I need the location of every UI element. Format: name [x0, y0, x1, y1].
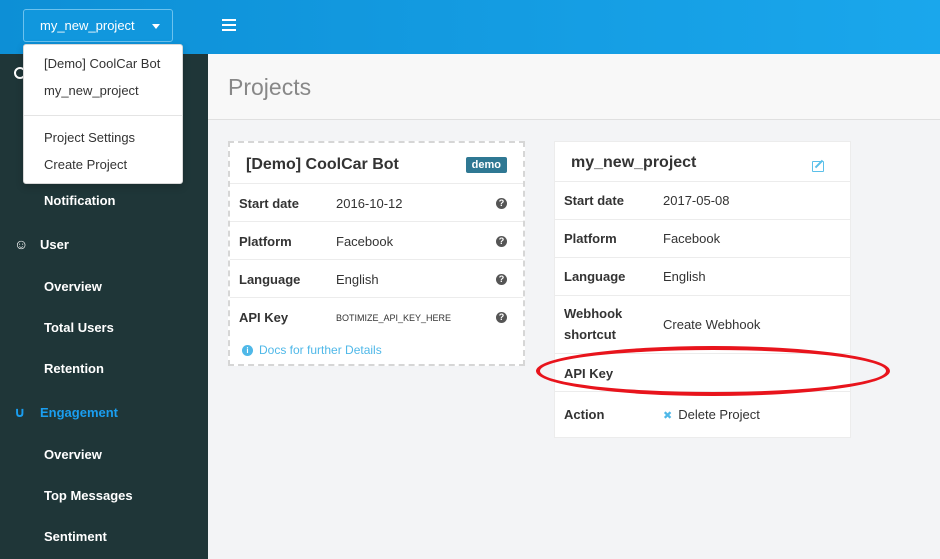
info-row-language: Language English ? — [230, 259, 523, 297]
dropdown-item-create-project[interactable]: Create Project — [44, 157, 127, 172]
help-icon[interactable]: ? — [496, 312, 507, 323]
sidebar-section-label: User — [40, 236, 69, 252]
user-icon: ☺ — [14, 236, 29, 252]
docs-link[interactable]: i Docs for further Details — [242, 343, 382, 357]
help-icon[interactable]: ? — [496, 198, 507, 209]
demo-badge: demo — [465, 157, 507, 173]
sidebar-item-retention[interactable]: Retention — [44, 361, 104, 376]
magnet-icon: ∪ — [14, 404, 26, 420]
delete-project-link[interactable]: ✖ Delete Project — [663, 407, 760, 422]
project-selector-label: my_new_project — [40, 18, 135, 33]
row-value: 2016-10-12 — [336, 196, 403, 211]
help-icon[interactable]: ? — [496, 274, 507, 285]
info-row-platform: Platform Facebook ? — [230, 221, 523, 259]
info-row-language: Language English — [555, 257, 850, 295]
project-card: my_new_project Start date 2017-05-08 Pla… — [554, 141, 851, 438]
sidebar-section-user[interactable]: ☺ User — [14, 236, 69, 252]
row-value: BOTIMIZE_API_KEY_HERE — [336, 313, 452, 323]
info-row-api-key: API Key BOTIMIZE_API_KEY_HERE ? — [230, 297, 523, 335]
info-row-start-date: Start date 2017-05-08 — [555, 181, 850, 219]
sidebar-section-label: Engagement — [40, 405, 119, 420]
dropdown-item-my-new-project[interactable]: my_new_project — [44, 83, 139, 98]
row-label: Start date — [564, 193, 624, 208]
row-value: 2017-05-08 — [663, 193, 730, 208]
row-label: Platform — [564, 231, 617, 246]
sidebar-item-notification[interactable]: Notification — [44, 193, 116, 208]
info-row-platform: Platform Facebook — [555, 219, 850, 257]
chevron-down-icon — [152, 24, 160, 29]
row-value: Facebook — [663, 231, 721, 246]
sidebar-item-top-messages[interactable]: Top Messages — [44, 488, 133, 503]
row-label: API Key — [564, 366, 614, 381]
row-label-line1: Webhook — [564, 306, 623, 321]
project-dropdown-menu: [Demo] CoolCar Bot my_new_project Projec… — [23, 44, 183, 184]
row-label: API Key — [239, 310, 289, 325]
edit-icon[interactable] — [812, 161, 824, 172]
project-selector[interactable]: my_new_project — [23, 9, 173, 42]
row-label: Language — [239, 272, 301, 287]
sidebar-item-total-users[interactable]: Total Users — [44, 320, 114, 335]
hamburger-icon[interactable] — [222, 19, 236, 31]
info-row-api-key: API Key — [555, 353, 850, 391]
dropdown-item-demo-project[interactable]: [Demo] CoolCar Bot — [44, 56, 160, 71]
sidebar-item-sentiment[interactable]: Sentiment — [44, 529, 107, 544]
card-title: [Demo] CoolCar Bot — [246, 156, 399, 173]
sidebar-item-user-overview[interactable]: Overview — [44, 279, 102, 294]
card-title: my_new_project — [571, 154, 697, 171]
row-label-line2: shortcut — [564, 327, 616, 342]
create-webhook-link[interactable]: Create Webhook — [663, 317, 760, 332]
row-label: Action — [564, 407, 605, 422]
row-value: English — [663, 269, 706, 284]
row-value: English — [336, 272, 379, 287]
info-icon: i — [242, 344, 253, 356]
info-row-start-date: Start date 2016-10-12 ? — [230, 183, 523, 221]
sidebar-section-engagement[interactable]: ∪ Engagement — [14, 404, 118, 421]
sidebar-item-engagement-overview[interactable]: Overview — [44, 447, 102, 462]
help-icon[interactable]: ? — [496, 236, 507, 247]
info-row-action: Action ✖ Delete Project — [555, 391, 850, 437]
demo-project-card: [Demo] CoolCar Bot demo Start date 2016-… — [228, 141, 525, 366]
page-title: Projects — [228, 74, 312, 100]
row-value: Facebook — [336, 234, 394, 249]
row-label: Start date — [239, 196, 299, 211]
docs-link-label: Docs for further Details — [259, 343, 382, 357]
info-row-webhook: Webhook shortcut Create Webhook — [555, 295, 850, 353]
dropdown-item-project-settings[interactable]: Project Settings — [44, 130, 135, 145]
delete-project-label: Delete Project — [678, 407, 760, 422]
row-label: Platform — [239, 234, 292, 249]
row-label: Language — [564, 269, 626, 284]
close-icon: ✖ — [663, 410, 673, 422]
page-header: Projects — [208, 54, 940, 120]
dropdown-divider — [24, 115, 182, 116]
